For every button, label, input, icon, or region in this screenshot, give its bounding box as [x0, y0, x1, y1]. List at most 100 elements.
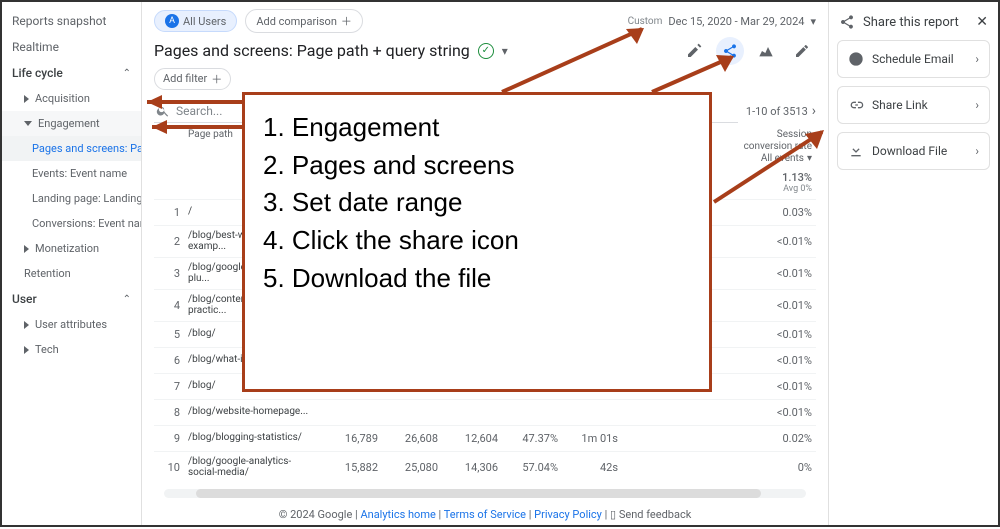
share-icon[interactable]: [716, 37, 744, 65]
table-row[interactable]: 1/0.03%: [154, 199, 816, 225]
chip-all-users[interactable]: A All Users: [154, 10, 237, 32]
row-index: 2: [158, 235, 188, 248]
download-icon: [848, 143, 864, 159]
caret-down-icon: [24, 121, 32, 126]
row-index: 5: [158, 328, 188, 341]
row-path: /blog/google-analytics-tips-plu...: [188, 262, 318, 285]
nav-user[interactable]: User ⌃: [2, 286, 141, 312]
row-index: 7: [158, 380, 188, 393]
row-index: 10: [158, 461, 188, 474]
caret-down-icon[interactable]: ▾: [502, 44, 508, 58]
date-range-value: Dec 15, 2020 - Mar 29, 2024: [668, 15, 804, 28]
row-path: /blog/best-website-designs-examp...: [188, 230, 318, 253]
table-row[interactable]: 6/blog/what-is-seo-and-wh...<0.01%: [154, 347, 816, 373]
add-filter-button[interactable]: Add filter ＋: [154, 68, 231, 90]
nav-life-cycle[interactable]: Life cycle ⌃: [2, 60, 141, 86]
share-icon: [839, 14, 855, 30]
row-rate: <0.01%: [742, 235, 812, 248]
share-link-button[interactable]: Share Link ›: [837, 86, 990, 124]
nav-engagement[interactable]: Engagement: [2, 111, 141, 136]
nav-reports-snapshot[interactable]: Reports snapshot: [2, 8, 141, 34]
footer-link-terms[interactable]: Terms of Service: [444, 508, 526, 521]
table-row[interactable]: 10/blog/google-analytics-social-media/15…: [154, 451, 816, 483]
row-c3: 14,306: [438, 461, 498, 474]
table-row[interactable]: 7/blog/<0.01%: [154, 373, 816, 399]
row-c5: 1m 01s: [558, 432, 618, 445]
table-row[interactable]: 5/blog/ <0.01%: [154, 321, 816, 347]
footer-send-feedback[interactable]: Send feedback: [619, 508, 691, 521]
scrollbar-thumb[interactable]: [196, 489, 761, 498]
chip-add-comparison[interactable]: Add comparison ＋: [245, 9, 363, 33]
edit-icon[interactable]: [788, 37, 816, 65]
row-c5: 42s: [558, 461, 618, 474]
row-c3: 12,604: [438, 432, 498, 445]
row-index: 1: [158, 206, 188, 219]
row-index: 6: [158, 354, 188, 367]
row-rate: <0.01%: [742, 328, 812, 341]
table-row[interactable]: 9/blog/blogging-statistics/16,78926,6081…: [154, 425, 816, 451]
chip-all-users-label: All Users: [183, 15, 226, 28]
add-filter-label: Add filter: [163, 72, 207, 85]
footer-link-analytics-home[interactable]: Analytics home: [360, 508, 435, 521]
nav-events[interactable]: Events: Event name: [2, 161, 141, 186]
download-file-button[interactable]: Download File ›: [837, 132, 990, 170]
row-path: /blog/website-homepage...: [188, 406, 318, 418]
report-title: Pages and screens: Page path + query str…: [154, 41, 470, 60]
table-row[interactable]: 8/blog/website-homepage... <0.01%: [154, 399, 816, 425]
feedback-icon: ▯: [610, 508, 616, 521]
nav-acquisition[interactable]: Acquisition: [2, 86, 141, 111]
customize-icon[interactable]: [680, 37, 708, 65]
row-c4: 57.04%: [498, 461, 558, 474]
nav-realtime[interactable]: Realtime: [2, 34, 141, 60]
table-row[interactable]: 2/blog/best-website-designs-examp... <0.0…: [154, 225, 816, 257]
summary-row: 1.13% Avg 0%: [154, 167, 816, 199]
download-file-label: Download File: [872, 144, 947, 158]
search-icon: [156, 104, 170, 118]
row-index: 9: [158, 432, 188, 445]
nav-monetization[interactable]: Monetization: [2, 236, 141, 261]
col-header-all-events: All events: [761, 153, 804, 165]
schedule-email-label: Schedule Email: [872, 52, 954, 66]
row-c1: 16,789: [318, 432, 378, 445]
chevron-up-icon: ⌃: [123, 294, 131, 305]
col-header-session-rate[interactable]: Session conversion rate All events ▾: [742, 129, 812, 165]
row-path: /blog/: [188, 328, 318, 340]
search-input[interactable]: Search...: [154, 100, 738, 123]
nav-tech-label: Tech: [35, 343, 59, 356]
nav-pages-screens[interactable]: Pages and screens: Page p...: [2, 136, 141, 161]
insights-icon[interactable]: [752, 37, 780, 65]
chip-add-comparison-label: Add comparison: [256, 15, 337, 28]
nav-monetization-label: Monetization: [35, 242, 99, 255]
row-path: /blog/blogging-statistics/: [188, 432, 318, 444]
left-sidebar: Reports snapshot Realtime Life cycle ⌃ A…: [2, 2, 142, 525]
footer-link-privacy[interactable]: Privacy Policy: [534, 508, 602, 521]
row-c4: 47.37%: [498, 432, 558, 445]
horizontal-scrollbar[interactable]: [164, 489, 806, 498]
nav-tech[interactable]: Tech: [2, 337, 141, 362]
share-panel: Share this report ✕ Schedule Email › Sha…: [828, 2, 998, 525]
footer: © 2024 Google | Analytics home | Terms o…: [154, 502, 816, 525]
row-rate: 0%: [742, 461, 812, 474]
row-rate: 0.03%: [742, 206, 812, 219]
nav-user-label: User: [12, 292, 37, 306]
row-rate: <0.01%: [742, 299, 812, 312]
chevron-right-icon[interactable]: ›: [812, 103, 816, 119]
row-path: /blog/: [188, 380, 318, 392]
col-header-page-path: Page path: [188, 129, 318, 165]
row-index: 3: [158, 267, 188, 280]
nav-landing[interactable]: Landing page: Landing page: [2, 186, 141, 211]
schedule-email-button[interactable]: Schedule Email ›: [837, 40, 990, 78]
chevron-right-icon: ›: [975, 52, 979, 66]
table-row[interactable]: 4/blog/content-marketing-practic...<0.01…: [154, 289, 816, 321]
audience-badge-icon: A: [165, 14, 179, 28]
table-row[interactable]: 3/blog/google-analytics-tips-plu...<0.01…: [154, 257, 816, 289]
nav-user-attributes-label: User attributes: [35, 318, 107, 331]
close-icon[interactable]: ✕: [976, 14, 988, 30]
nav-retention[interactable]: Retention: [2, 261, 141, 286]
row-index: 8: [158, 406, 188, 419]
nav-user-attributes[interactable]: User attributes: [2, 312, 141, 337]
row-rate: <0.01%: [742, 406, 812, 419]
row-rate: <0.01%: [742, 354, 812, 367]
nav-conversions[interactable]: Conversions: Event name: [2, 211, 141, 236]
date-range-picker[interactable]: Custom Dec 15, 2020 - Mar 29, 2024 ▾: [628, 15, 816, 28]
